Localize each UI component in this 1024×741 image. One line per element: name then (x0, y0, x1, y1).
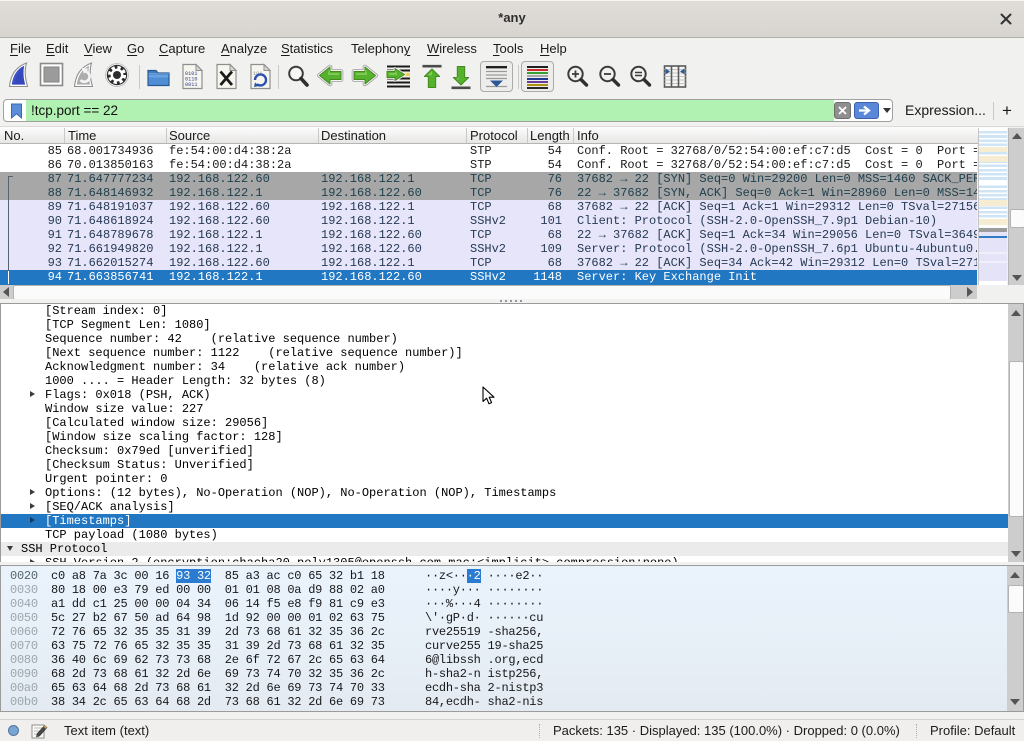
svg-text:0011: 0011 (185, 82, 197, 88)
